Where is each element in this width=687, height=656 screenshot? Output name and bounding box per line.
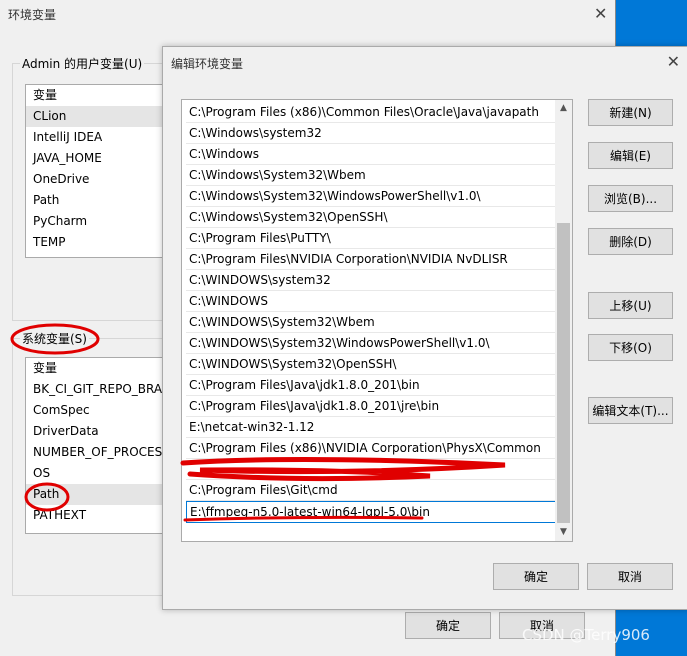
window-title: 环境变量 xyxy=(8,8,57,22)
path-item[interactable]: C:\Program Files\PuTTY\ xyxy=(186,228,555,249)
dialog-cancel-button[interactable]: 取消 xyxy=(587,563,673,590)
path-item[interactable]: C:\WINDOWS\System32\OpenSSH\ xyxy=(186,354,555,375)
scroll-up-arrow-icon[interactable]: ▲ xyxy=(555,100,572,117)
close-icon[interactable]: ✕ xyxy=(594,4,607,23)
path-item[interactable]: C:\Windows xyxy=(186,144,555,165)
path-item[interactable]: C:\WINDOWS\System32\Wbem xyxy=(186,312,555,333)
edit-env-var-dialog: 编辑环境变量 ✕ E:\ffmpeg-n5.0-latest-win64-lgp… xyxy=(162,46,687,610)
path-item[interactable]: E:\netcat-win32-1.12 xyxy=(186,417,555,438)
delete-button[interactable]: 删除(D) xyxy=(588,228,673,255)
dialog-ok-button[interactable]: 确定 xyxy=(493,563,579,590)
move-up-button[interactable]: 上移(U) xyxy=(588,292,673,319)
path-item[interactable]: C:\Program Files\Java\jdk1.8.0_201\bin xyxy=(186,375,555,396)
path-item[interactable]: C:\Program Files (x86)\NVIDIA Corporatio… xyxy=(186,438,555,459)
edit-button[interactable]: 编辑(E) xyxy=(588,142,673,169)
system-vars-label: 系统变量(S) xyxy=(20,330,89,347)
dialog-close-icon[interactable]: ✕ xyxy=(667,52,680,71)
outer-ok-button[interactable]: 确定 xyxy=(405,612,491,639)
path-list-scrollbar[interactable]: ▲ ▼ xyxy=(555,100,572,541)
path-item[interactable]: C:\Program Files\Java\jdk1.8.0_201\jre\b… xyxy=(186,396,555,417)
path-list[interactable]: E:\ffmpeg-n5.0-latest-win64-lgpl-5.0\bin… xyxy=(181,99,573,542)
watermark: CSDN @Terry906 xyxy=(522,626,650,644)
path-item[interactable]: E:\ffmpeg-n5.0-latest-win64-lgpl-5.0\bin xyxy=(186,501,557,523)
path-item[interactable]: C:\Windows\system32 xyxy=(186,123,555,144)
move-down-button[interactable]: 下移(O) xyxy=(588,334,673,361)
path-item[interactable]: C:\WINDOWS\system32 xyxy=(186,270,555,291)
edit-text-button[interactable]: 编辑文本(T)... xyxy=(588,397,673,424)
path-item[interactable]: C:\WINDOWS xyxy=(186,291,555,312)
scroll-thumb[interactable] xyxy=(557,223,570,523)
path-item[interactable]: C:\Program Files\NVIDIA Corporation\NVID… xyxy=(186,249,555,270)
user-vars-label: Admin 的用户变量(U) xyxy=(20,55,145,72)
dialog-title: 编辑环境变量 xyxy=(171,57,244,71)
browse-button[interactable]: 浏览(B)... xyxy=(588,185,673,212)
path-item[interactable] xyxy=(186,459,555,480)
path-item[interactable]: C:\Windows\System32\WindowsPowerShell\v1… xyxy=(186,186,555,207)
path-item[interactable]: C:\Program Files (x86)\Common Files\Orac… xyxy=(186,102,555,123)
path-item[interactable]: C:\Windows\System32\Wbem xyxy=(186,165,555,186)
path-item[interactable]: C:\Windows\System32\OpenSSH\ xyxy=(186,207,555,228)
path-item[interactable]: C:\WINDOWS\System32\WindowsPowerShell\v1… xyxy=(186,333,555,354)
path-item[interactable]: C:\Program Files\Git\cmd xyxy=(186,480,555,501)
new-button[interactable]: 新建(N) xyxy=(588,99,673,126)
scroll-down-arrow-icon[interactable]: ▼ xyxy=(555,524,572,541)
